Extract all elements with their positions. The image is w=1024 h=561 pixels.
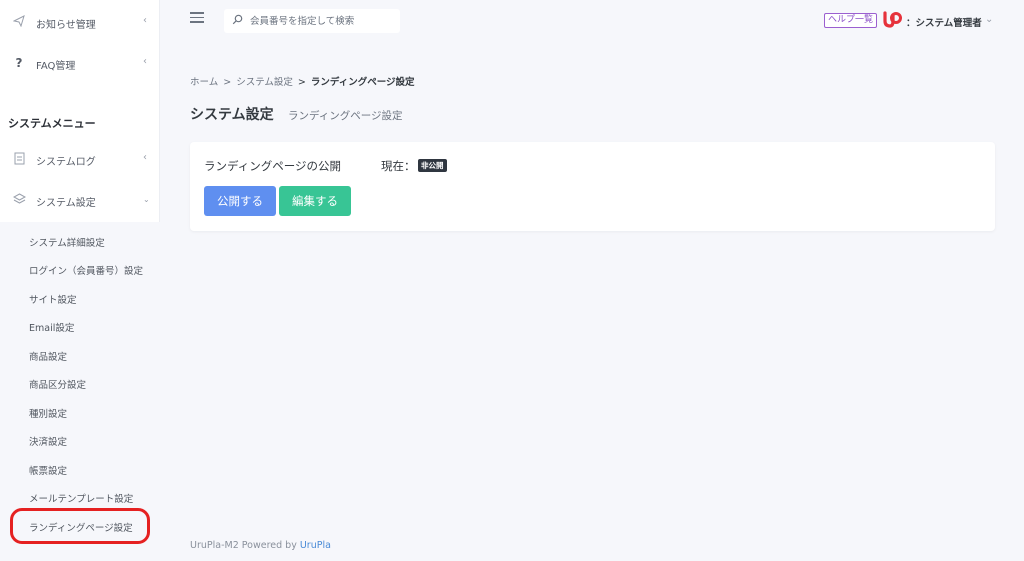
status-badge: 非公開 xyxy=(418,159,447,172)
sidebar-item-faq[interactable]: ? FAQ管理 ‹ xyxy=(0,52,160,76)
sidebar-item-label: システムログ xyxy=(36,157,96,168)
submenu-item-product[interactable]: 商品設定 xyxy=(29,349,67,363)
submenu-item-forms[interactable]: 帳票設定 xyxy=(29,463,67,477)
sidebar: お知らせ管理 ‹ ? FAQ管理 ‹ システムメニュー システムログ ‹ システ… xyxy=(0,0,160,561)
submenu-item-email[interactable]: Email設定 xyxy=(29,320,74,334)
submenu-item-type[interactable]: 種別設定 xyxy=(29,406,67,420)
landing-page-card: ランディングページの公開 現在： 非公開 公開する 編集する xyxy=(190,142,995,231)
submenu-item-detail[interactable]: システム詳細設定 xyxy=(29,235,105,249)
chevron-left-icon: ‹ xyxy=(143,15,147,26)
chevron-down-icon: ⌄ xyxy=(143,195,150,204)
question-icon: ? xyxy=(15,56,23,70)
search-input[interactable] xyxy=(250,12,395,30)
sidebar-item-label: システム設定 xyxy=(36,198,96,209)
page-title: システム設定 xyxy=(190,107,274,123)
sidebar-item-system-log[interactable]: システムログ ‹ xyxy=(0,148,160,172)
user-name[interactable]: ：システム管理者 xyxy=(906,15,982,29)
footer-text: UruPla-M2 Powered by xyxy=(190,540,300,551)
card-title: ランディングページの公開 xyxy=(204,159,341,173)
search-icon xyxy=(232,14,243,28)
section-title: システムメニュー xyxy=(8,117,96,130)
sidebar-item-news[interactable]: お知らせ管理 ‹ xyxy=(0,11,160,35)
status-label: 現在： xyxy=(381,159,416,173)
layers-icon xyxy=(12,193,26,207)
search-box xyxy=(224,9,400,33)
breadcrumb-home[interactable]: ホーム xyxy=(190,77,218,88)
sidebar-item-system-settings[interactable]: システム設定 ⌄ xyxy=(0,189,160,213)
sidebar-item-label: お知らせ管理 xyxy=(36,20,96,31)
submenu-item-login[interactable]: ログイン（会員番号）設定 xyxy=(29,263,143,277)
breadcrumb: ホーム > システム設定 > ランディングページ設定 xyxy=(190,74,415,88)
paper-plane-icon xyxy=(12,15,26,29)
document-icon xyxy=(12,152,26,166)
footer-link[interactable]: UruPla xyxy=(300,540,331,551)
submenu-item-site[interactable]: サイト設定 xyxy=(29,292,77,306)
breadcrumb-current: ランディングページ設定 xyxy=(310,77,415,88)
footer: UruPla-M2 Powered by UruPla xyxy=(190,540,331,551)
page-subtitle: ランディングページ設定 xyxy=(288,110,403,122)
publish-button[interactable]: 公開する xyxy=(204,186,276,216)
chevron-left-icon: ‹ xyxy=(143,152,147,163)
breadcrumb-parent[interactable]: システム設定 xyxy=(236,77,293,88)
breadcrumb-separator: > xyxy=(223,77,232,88)
chevron-left-icon: ‹ xyxy=(143,56,147,67)
highlight-ring xyxy=(10,508,150,544)
hamburger-icon[interactable] xyxy=(190,12,204,24)
breadcrumb-separator: > xyxy=(297,77,306,88)
submenu-item-mail-template[interactable]: メールテンプレート設定 xyxy=(29,491,133,505)
sidebar-item-label: FAQ管理 xyxy=(36,61,76,72)
submenu-item-product-category[interactable]: 商品区分設定 xyxy=(29,377,86,391)
help-button[interactable]: ヘルプ一覧 xyxy=(824,13,878,28)
edit-button[interactable]: 編集する xyxy=(279,186,351,216)
chevron-down-icon[interactable]: ⌄ xyxy=(985,14,993,25)
uru-logo-icon xyxy=(881,9,903,31)
submenu-item-payment[interactable]: 決済設定 xyxy=(29,434,67,448)
